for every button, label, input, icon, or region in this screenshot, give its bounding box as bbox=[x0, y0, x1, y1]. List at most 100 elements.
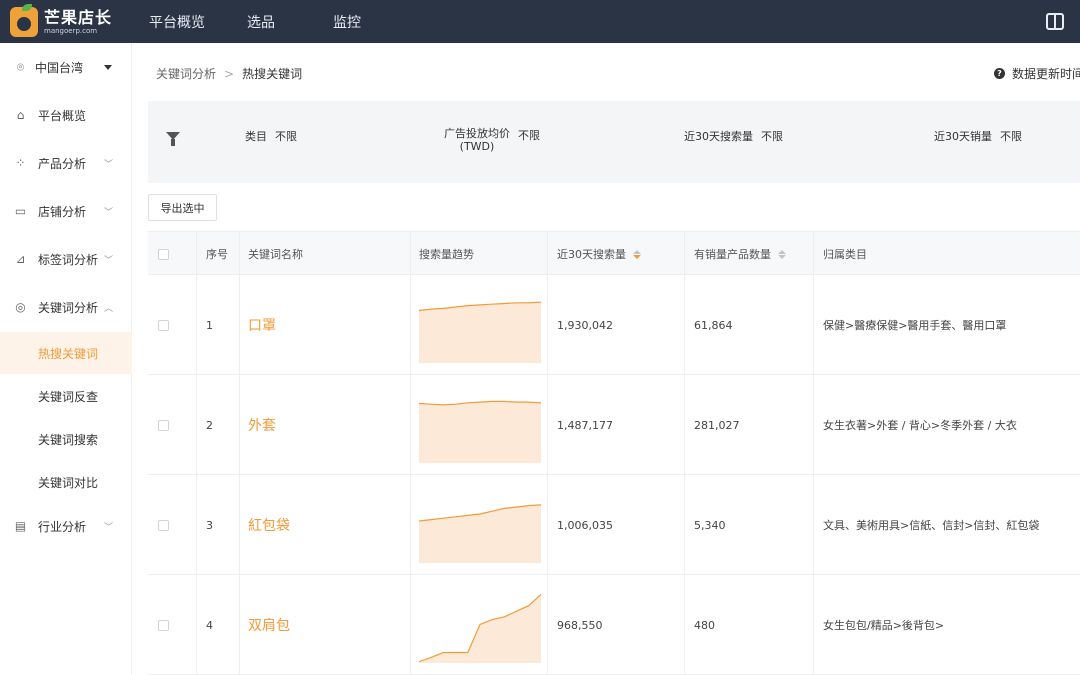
breadcrumb-separator: > bbox=[224, 66, 235, 81]
sidebar-subitem-keyword-compare[interactable]: 关键词对比 bbox=[0, 461, 132, 503]
row-30day-searches: 1,006,035 bbox=[557, 518, 613, 532]
sidebar-subitem-label: 关键词反查 bbox=[38, 389, 99, 404]
row-keyword-link[interactable]: 外套 bbox=[248, 375, 276, 475]
breadcrumb-parent[interactable]: 关键词分析 bbox=[156, 65, 216, 82]
sidebar-subitem-hot-keywords[interactable]: 热搜关键词 bbox=[0, 332, 132, 374]
header-label: 近30天搜索量 bbox=[557, 248, 626, 261]
row-checkbox[interactable] bbox=[158, 375, 169, 475]
home-icon: ⌂ bbox=[16, 107, 25, 122]
sidebar-item-store-analysis[interactable]: ▭ 店铺分析 ﹀ bbox=[0, 190, 132, 232]
topnav-platform-overview[interactable]: 平台概览 bbox=[149, 0, 205, 43]
header-products-with-sales[interactable]: 有销量产品数量 bbox=[694, 232, 786, 276]
filter-bar: 类目 不限 广告投放均价 (TWD) 不限 近30天搜索量 不限 近30天销量 … bbox=[148, 101, 1080, 183]
filter-value: 不限 bbox=[518, 129, 540, 142]
row-30day-searches: 1,487,177 bbox=[557, 418, 613, 432]
filter-value: 不限 bbox=[761, 130, 783, 143]
sidebar-item-label: 平台概览 bbox=[38, 108, 87, 123]
main-content: 关键词分析 > 热搜关键词 ? 数据更新时间 类目 不限 广告投放均价 (TWD… bbox=[132, 43, 1080, 675]
sparkline-area bbox=[419, 401, 541, 463]
sidebar-item-tag-analysis[interactable]: ⊿ 标签词分析 ﹀ bbox=[0, 238, 132, 280]
book-icon[interactable] bbox=[1046, 13, 1064, 30]
sidebar-item-platform-overview[interactable]: ⌂ 平台概览 bbox=[0, 94, 132, 136]
topnav-product-selection[interactable]: 选品 bbox=[247, 0, 275, 43]
sidebar-item-industry-analysis[interactable]: ▤ 行业分析 ﹀ bbox=[0, 505, 132, 547]
row-index: 4 bbox=[206, 618, 213, 632]
sidebar-item-label: 关键词分析 bbox=[38, 300, 99, 315]
sort-icon[interactable] bbox=[778, 249, 786, 259]
filter-value: 不限 bbox=[275, 130, 297, 143]
filter-unit: (TWD) bbox=[459, 140, 495, 153]
header-category: 归属类目 bbox=[823, 248, 867, 261]
sidebar: ⌾ 中国台湾 ⌂ 平台概览 ⁘ 产品分析 ﹀ ▭ 店铺分析 ﹀ ⊿ 标签词分析 … bbox=[0, 43, 132, 675]
row-keyword-link[interactable]: 口罩 bbox=[248, 275, 276, 375]
location-pin-icon: ⌾ bbox=[16, 59, 25, 74]
sidebar-subitem-keyword-search[interactable]: 关键词搜索 bbox=[0, 418, 132, 460]
filter-ad-price[interactable]: 广告投放均价 (TWD) 不限 bbox=[444, 127, 540, 153]
row-checkbox[interactable] bbox=[158, 575, 169, 675]
row-checkbox[interactable] bbox=[158, 475, 169, 575]
logo-title: 芒果店长 bbox=[44, 7, 113, 27]
filter-category[interactable]: 类目 不限 bbox=[245, 128, 297, 144]
filter-30day-searches[interactable]: 近30天搜索量 不限 bbox=[684, 128, 783, 144]
sidebar-item-label: 标签词分析 bbox=[38, 252, 99, 267]
sidebar-subitem-label: 关键词搜索 bbox=[38, 432, 99, 447]
search-trend-sparkline bbox=[419, 301, 541, 363]
row-checkbox[interactable] bbox=[158, 275, 169, 375]
breadcrumb-current: 热搜关键词 bbox=[242, 67, 303, 81]
row-products-with-sales: 480 bbox=[694, 618, 715, 632]
mangoerp-logo[interactable]: 芒果店长 mangoerp.com bbox=[10, 4, 120, 39]
sparkline-area bbox=[419, 594, 541, 663]
question-circle-icon[interactable]: ? bbox=[994, 68, 1005, 79]
chevron-down-icon: ﹀ bbox=[104, 522, 114, 533]
sidebar-subitem-label: 热搜关键词 bbox=[38, 346, 99, 361]
sidebar-item-product-analysis[interactable]: ⁘ 产品分析 ﹀ bbox=[0, 142, 132, 184]
filter-label: 近30天搜索量 bbox=[684, 130, 753, 143]
table-row[interactable]: 2 外套 1,487,177 281,027 女生衣著>外套 / 背心>冬季外套 / 大… bbox=[148, 375, 1080, 475]
chevron-up-icon: ︿ bbox=[104, 303, 114, 314]
topnav-monitor[interactable]: 监控 bbox=[333, 0, 361, 43]
sidebar-item-label: 行业分析 bbox=[38, 519, 87, 534]
row-products-with-sales: 5,340 bbox=[694, 518, 726, 532]
logo-subtitle: mangoerp.com bbox=[44, 26, 98, 35]
header-index: 序号 bbox=[206, 248, 228, 261]
filter-label: 近30天销量 bbox=[934, 130, 992, 143]
sidebar-subitem-keyword-reverse[interactable]: 关键词反查 bbox=[0, 375, 132, 417]
row-keyword-link[interactable]: 紅包袋 bbox=[248, 475, 290, 575]
sidebar-item-keyword-analysis[interactable]: ◎ 关键词分析 ︿ bbox=[0, 286, 132, 328]
table-header: 序号 关键词名称 搜索量趋势 近30天搜索量 有销量产品数量 归属类目 bbox=[148, 231, 1080, 275]
sort-icon[interactable] bbox=[633, 249, 641, 259]
sidebar-item-label: 产品分析 bbox=[38, 156, 87, 171]
table-row[interactable]: 1 口罩 1,930,042 61,864 保健>醫療保健>醫用手套、醫用口罩 bbox=[148, 275, 1080, 375]
sidebar-item-label: 店铺分析 bbox=[38, 204, 87, 219]
row-index: 2 bbox=[206, 418, 213, 432]
grid-icon: ⁘ bbox=[15, 155, 26, 170]
chevron-down-icon: ﹀ bbox=[104, 159, 114, 170]
filter-funnel-icon[interactable] bbox=[166, 132, 180, 146]
region-label: 中国台湾 bbox=[35, 60, 84, 75]
table-row[interactable]: 4 双肩包 968,550 480 女生包包/精品>後背包> bbox=[148, 575, 1080, 675]
search-trend-sparkline bbox=[419, 504, 541, 563]
header-trend: 搜索量趋势 bbox=[419, 248, 474, 261]
search-trend-sparkline bbox=[419, 593, 541, 663]
filter-value: 不限 bbox=[1000, 130, 1022, 143]
header-keyword: 关键词名称 bbox=[248, 248, 303, 261]
row-keyword-link[interactable]: 双肩包 bbox=[248, 575, 290, 675]
breadcrumb: 关键词分析 > 热搜关键词 bbox=[156, 65, 302, 82]
row-index: 1 bbox=[206, 318, 213, 332]
filter-30day-sales[interactable]: 近30天销量 不限 bbox=[934, 128, 1022, 144]
region-selector[interactable]: ⌾ 中国台湾 bbox=[0, 46, 132, 88]
header-30day-searches[interactable]: 近30天搜索量 bbox=[557, 232, 641, 276]
caret-down-icon bbox=[104, 65, 112, 70]
row-category: 女生衣著>外套 / 背心>冬季外套 / 大衣 bbox=[823, 419, 1017, 432]
select-all-checkbox[interactable] bbox=[158, 232, 169, 276]
store-icon: ▭ bbox=[14, 203, 27, 218]
row-30day-searches: 1,930,042 bbox=[557, 318, 613, 332]
update-time-label: 数据更新时间 bbox=[1012, 67, 1080, 81]
filter-label: 广告投放均价 (TWD) bbox=[444, 127, 510, 153]
chart-icon: ⊿ bbox=[15, 251, 26, 266]
export-selected-button[interactable]: 导出选中 bbox=[148, 194, 217, 221]
table-row[interactable]: 3 紅包袋 1,006,035 5,340 文具、美術用具>信紙、信封>信封、紅包袋 bbox=[148, 475, 1080, 575]
row-products-with-sales: 281,027 bbox=[694, 418, 740, 432]
report-icon: ▤ bbox=[14, 518, 27, 533]
target-icon: ◎ bbox=[15, 299, 26, 314]
